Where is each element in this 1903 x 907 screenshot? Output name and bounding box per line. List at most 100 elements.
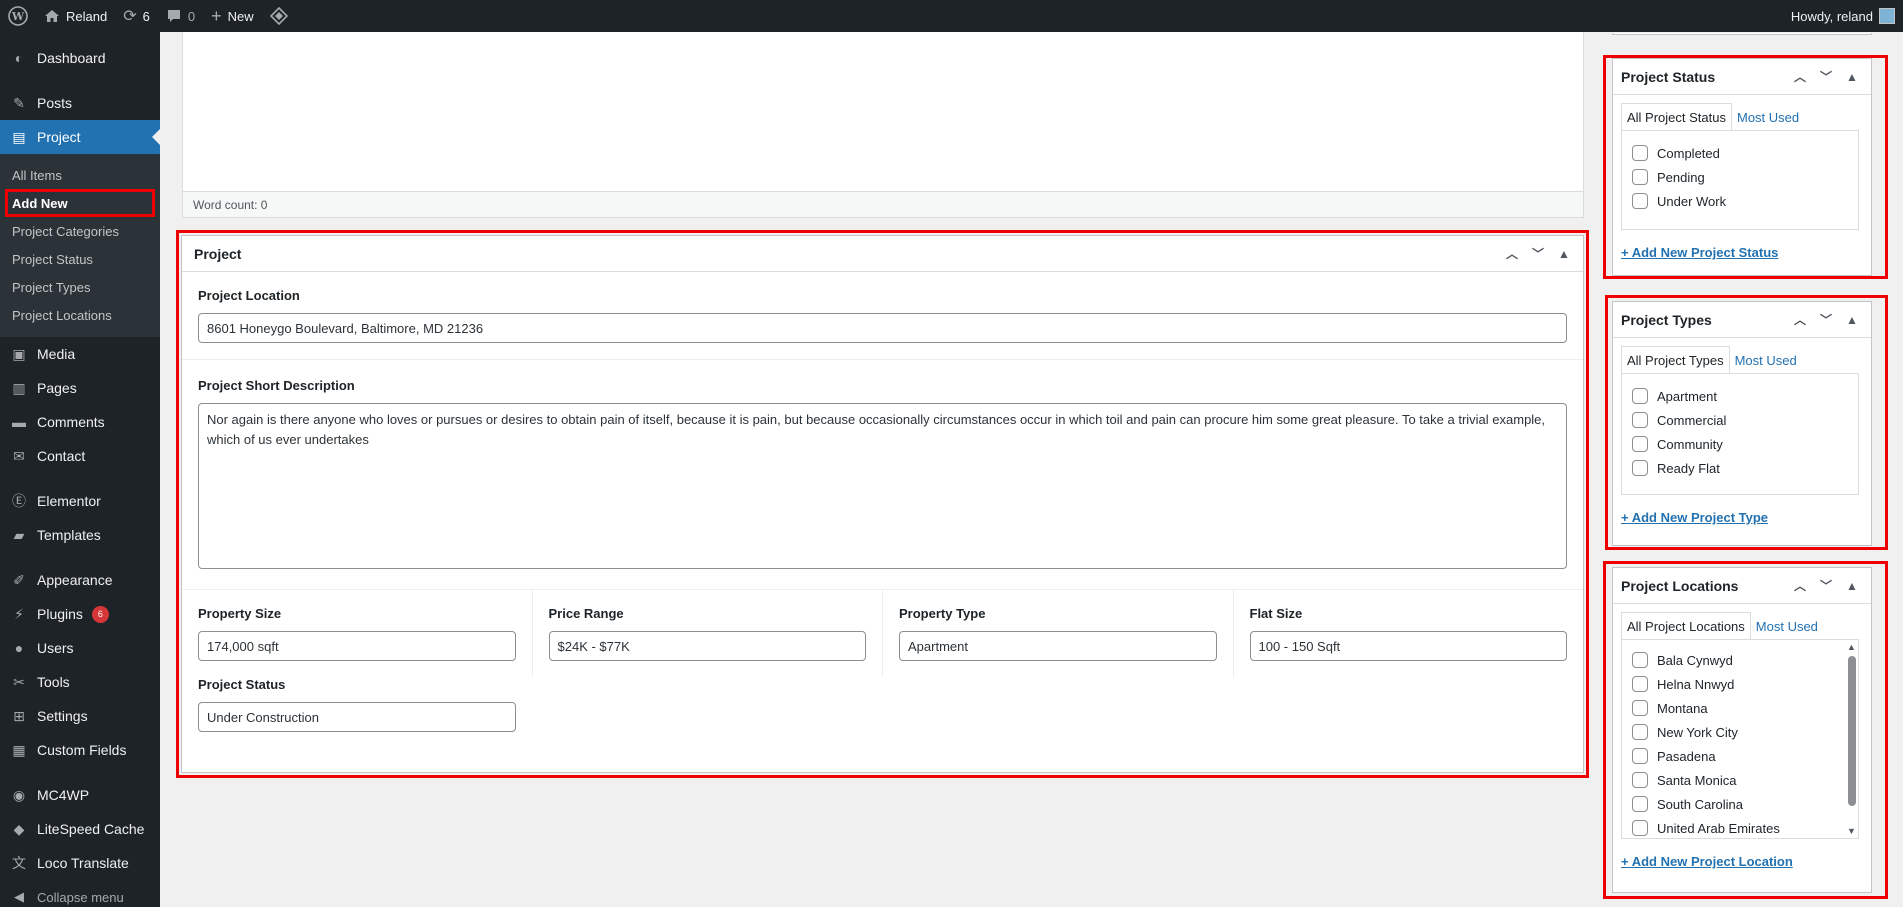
tab-all-project-locations[interactable]: All Project Locations — [1621, 612, 1751, 640]
submenu-project-locations[interactable]: Project Locations — [0, 301, 160, 329]
project-short-description-textarea[interactable]: Nor again is there anyone who loves or p… — [198, 403, 1567, 569]
checklist-item[interactable]: Pasadena — [1632, 744, 1848, 768]
move-down-icon[interactable]: ﹀ — [1815, 309, 1837, 331]
move-up-icon[interactable]: ︿ — [1501, 243, 1523, 265]
menu-settings[interactable]: ⊞ Settings — [0, 699, 160, 733]
new-content-link[interactable]: + New — [203, 0, 262, 32]
submenu-project-types[interactable]: Project Types — [0, 273, 160, 301]
move-up-icon[interactable]: ︿ — [1789, 66, 1811, 88]
tab-all-project-status[interactable]: All Project Status — [1621, 103, 1732, 131]
menu-posts[interactable]: ✎ Posts — [0, 86, 160, 120]
submenu-add-new[interactable]: Add New — [5, 189, 155, 217]
checklist-item[interactable]: Completed — [1632, 141, 1848, 165]
property-type-input[interactable]: Apartment — [899, 631, 1217, 661]
checkbox[interactable] — [1632, 796, 1648, 812]
menu-plugins[interactable]: ⚡ Plugins 6 — [0, 597, 160, 631]
checklist-scrollbar[interactable]: ▲ ▼ — [1847, 642, 1856, 836]
menu-litespeed[interactable]: ◆ LiteSpeed Cache — [0, 812, 160, 846]
checkbox[interactable] — [1632, 652, 1648, 668]
checkbox[interactable] — [1632, 412, 1648, 428]
toggle-panel-icon[interactable]: ▲ — [1841, 309, 1863, 331]
move-down-icon[interactable]: ﹀ — [1815, 66, 1837, 88]
menu-mc4wp[interactable]: ◉ MC4WP — [0, 778, 160, 812]
checkbox[interactable] — [1632, 772, 1648, 788]
checklist-item[interactable]: Community — [1632, 432, 1848, 456]
scroll-up-arrow-icon[interactable]: ▲ — [1847, 642, 1856, 652]
my-account[interactable]: Howdy, reland — [1791, 8, 1903, 24]
checkbox[interactable] — [1632, 193, 1648, 209]
checklist-item[interactable]: Santa Monica — [1632, 768, 1848, 792]
checkbox[interactable] — [1632, 436, 1648, 452]
menu-templates[interactable]: ▰ Templates — [0, 518, 160, 552]
checklist-item[interactable]: Apartment — [1632, 384, 1848, 408]
menu-dashboard[interactable]: ◐ Dashboard — [0, 41, 160, 75]
menu-pages[interactable]: ▥ Pages — [0, 371, 160, 405]
comments-link[interactable]: 0 — [158, 0, 203, 32]
move-down-icon[interactable]: ﹀ — [1815, 575, 1837, 597]
checklist-item[interactable]: United Arab Emirates — [1632, 816, 1848, 838]
menu-label: Custom Fields — [37, 742, 127, 758]
site-name-link[interactable]: Reland — [36, 0, 115, 32]
checkbox[interactable] — [1632, 169, 1648, 185]
flat-size-input[interactable]: 100 - 150 Sqft — [1249, 631, 1567, 661]
tab-all-project-types[interactable]: All Project Types — [1621, 346, 1730, 374]
checklist-item[interactable]: Commercial — [1632, 408, 1848, 432]
add-new-project-location-link[interactable]: + Add New Project Location — [1621, 854, 1859, 869]
submenu-project-status[interactable]: Project Status — [0, 245, 160, 273]
checkbox[interactable] — [1632, 748, 1648, 764]
checkbox[interactable] — [1632, 700, 1648, 716]
tab-most-used[interactable]: Most Used — [1732, 103, 1804, 131]
checklist-item[interactable]: Bala Cynwyd — [1632, 648, 1848, 672]
updates-link[interactable]: ⟳ 6 — [115, 0, 158, 32]
checklist-item[interactable]: Pending — [1632, 165, 1848, 189]
elementor-diamond-link[interactable] — [262, 0, 296, 32]
checklist-item[interactable]: New York City — [1632, 720, 1848, 744]
checklist-item[interactable]: Ready Flat — [1632, 456, 1848, 480]
move-up-icon[interactable]: ︿ — [1789, 309, 1811, 331]
submenu-project-categories[interactable]: Project Categories — [0, 217, 160, 245]
checkbox[interactable] — [1632, 676, 1648, 692]
add-new-project-status-link[interactable]: + Add New Project Status — [1621, 245, 1859, 260]
menu-comments[interactable]: ▬ Comments — [0, 405, 160, 439]
checklist-item[interactable]: Helna Nnwyd — [1632, 672, 1848, 696]
move-down-icon[interactable]: ﹀ — [1527, 243, 1549, 265]
project-status-input[interactable]: Under Construction — [198, 702, 516, 732]
project-locations-checklist[interactable]: Bala Cynwyd Helna Nnwyd Montana New York… — [1621, 639, 1859, 839]
scroll-thumb[interactable] — [1848, 656, 1856, 806]
project-location-input[interactable]: 8601 Honeygo Boulevard, Baltimore, MD 21… — [198, 313, 1567, 343]
property-size-input[interactable]: 174,000 sqft — [198, 631, 516, 661]
submenu-all-items[interactable]: All Items — [0, 161, 160, 189]
content-editor[interactable]: Word count: 0 — [182, 32, 1584, 218]
add-new-project-type-link[interactable]: + Add New Project Type — [1621, 510, 1859, 525]
checklist-item[interactable]: South Carolina — [1632, 792, 1848, 816]
checkbox[interactable] — [1632, 460, 1648, 476]
menu-appearance[interactable]: ✐ Appearance — [0, 563, 160, 597]
menu-project[interactable]: ▤ Project — [0, 120, 160, 154]
scroll-down-arrow-icon[interactable]: ▼ — [1847, 826, 1856, 836]
checkbox[interactable] — [1632, 145, 1648, 161]
menu-tools[interactable]: ✂ Tools — [0, 665, 160, 699]
menu-loco-translate[interactable]: 文 Loco Translate — [0, 846, 160, 880]
toggle-panel-icon[interactable]: ▲ — [1841, 66, 1863, 88]
toggle-panel-icon[interactable]: ▲ — [1841, 575, 1863, 597]
checklist-item[interactable]: Montana — [1632, 696, 1848, 720]
tab-most-used[interactable]: Most Used — [1730, 346, 1802, 374]
price-range-input[interactable]: $24K - $77K — [548, 631, 866, 661]
project-status-box-body: All Project Status Most Used Completed P… — [1613, 95, 1871, 272]
menu-users[interactable]: ● Users — [0, 631, 160, 665]
box-handle-actions: ︿ ﹀ ▲ — [1501, 243, 1583, 265]
menu-custom-fields[interactable]: ▦ Custom Fields — [0, 733, 160, 767]
collapse-menu-button[interactable]: ◀ Collapse menu — [0, 880, 160, 907]
menu-elementor[interactable]: Ⓔ Elementor — [0, 484, 160, 518]
toggle-panel-icon[interactable]: ▲ — [1553, 243, 1575, 265]
move-up-icon[interactable]: ︿ — [1789, 575, 1811, 597]
checkbox-label: Santa Monica — [1657, 772, 1737, 788]
menu-contact[interactable]: ✉ Contact — [0, 439, 160, 473]
checkbox[interactable] — [1632, 724, 1648, 740]
checklist-item[interactable]: Under Work — [1632, 189, 1848, 213]
checkbox[interactable] — [1632, 820, 1648, 836]
checkbox[interactable] — [1632, 388, 1648, 404]
tab-most-used[interactable]: Most Used — [1751, 612, 1823, 640]
menu-media[interactable]: ▣ Media — [0, 337, 160, 371]
wordpress-logo-button[interactable]: W — [0, 0, 36, 32]
